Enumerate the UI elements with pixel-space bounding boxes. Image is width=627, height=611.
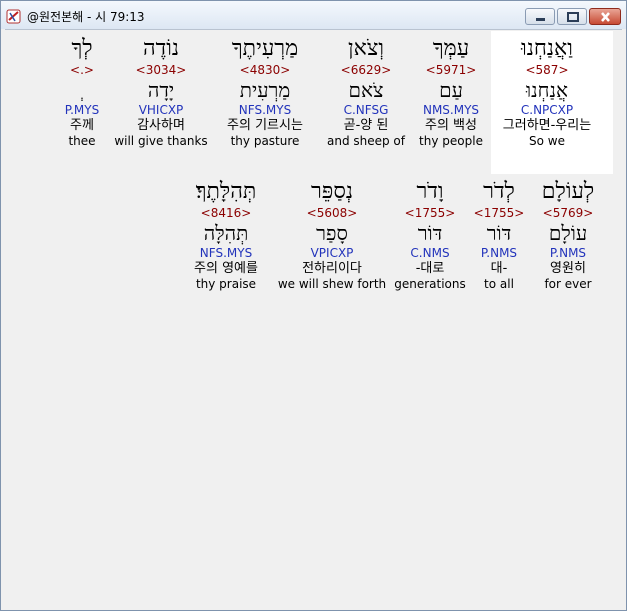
- maximize-button[interactable]: [557, 8, 587, 25]
- word-column[interactable]: לְדֹר <1755> דּוֹר P.NMS 대- to all: [473, 178, 525, 291]
- morphology-code: C.NPCXP: [520, 103, 574, 117]
- morphology-code: VPICXP: [310, 246, 354, 260]
- english-gloss: will give thanks: [114, 134, 208, 148]
- title-bar[interactable]: @원전본해 - 시 79:13: [1, 1, 626, 29]
- hebrew-word: לְךָ: [71, 36, 93, 61]
- window-title: @원전본해 - 시 79:13: [27, 10, 145, 24]
- word-column[interactable]: וְצֹאן <6629> צֹאם C.NFSG 곧-양 된 and shee…: [321, 35, 411, 148]
- word-column[interactable]: וָדֹר <1755> דּוֹר C.NMS -대로 generations: [387, 178, 473, 291]
- strong-number[interactable]: <3034>: [113, 63, 209, 77]
- strong-number[interactable]: <8416>: [175, 206, 277, 220]
- hebrew-word: וָדֹר: [416, 179, 444, 204]
- hebrew-word: וְצֹאן: [348, 36, 384, 61]
- morphology-code: NFS.MYS: [199, 246, 253, 260]
- morphology-code: NFS.MYS: [238, 103, 292, 117]
- strong-number[interactable]: <5608>: [277, 206, 387, 220]
- english-gloss: thee: [68, 134, 96, 148]
- strong-number[interactable]: <1755>: [473, 206, 525, 220]
- english-gloss: So we: [529, 134, 565, 148]
- lemma-word: אֲנַחְנוּ: [526, 78, 568, 102]
- morphology-code: VHICXP: [138, 103, 184, 117]
- word-column[interactable]: לְעוֹלָם <5769> עוֹלָם P.NMS 영원히 for eve…: [525, 178, 611, 291]
- hebrew-word: תְּהִלָּתֶךָ׃: [195, 179, 257, 204]
- strong-number[interactable]: <6629>: [321, 63, 411, 77]
- word-column[interactable]: עַמְּךָ <5971> עַם NMS.MYS 주의 백성 thy peo…: [411, 35, 491, 148]
- strong-number[interactable]: <5971>: [411, 63, 491, 77]
- korean-gloss: 주의 기르시는: [227, 118, 303, 133]
- korean-gloss: -대로: [415, 261, 445, 276]
- lemma-word: תְּהִלָּה: [203, 221, 249, 245]
- english-gloss: to all: [484, 277, 514, 291]
- english-gloss: generations: [394, 277, 466, 291]
- lemma-word: דּוֹר: [417, 221, 443, 245]
- lemma-word: מַרְעִית: [239, 78, 291, 102]
- lemma-word: צֹאם: [348, 78, 384, 102]
- korean-gloss: 주의 백성: [425, 118, 477, 133]
- korean-gloss: 곧-양 된: [343, 118, 389, 133]
- lemma-word: עַם: [439, 78, 463, 102]
- korean-gloss: 영원히: [550, 261, 586, 276]
- hebrew-word: לְעוֹלָם: [541, 179, 595, 204]
- korean-gloss: 주께: [70, 118, 94, 133]
- close-icon: [601, 12, 610, 22]
- hebrew-word: לְדֹר: [483, 179, 515, 204]
- strong-number[interactable]: <4830>: [209, 63, 321, 77]
- morphology-code: P.MYS: [64, 103, 100, 117]
- korean-gloss: 감사하며: [137, 118, 185, 133]
- english-gloss: for ever: [544, 277, 592, 291]
- korean-gloss: 주의 영예를: [194, 261, 258, 276]
- korean-gloss: 그러하면-우리는: [502, 118, 592, 133]
- lemma-word: סָפַר: [316, 221, 348, 245]
- lemma-word: עוֹלָם: [548, 221, 588, 245]
- interlinear-view: לְךָ <.> ְ P.MYS 주께 thee נוֹדֶה <3034> י…: [5, 29, 622, 607]
- word-column[interactable]: נוֹדֶה <3034> יָדָה VHICXP 감사하며 will giv…: [113, 35, 209, 148]
- english-gloss: thy praise: [195, 277, 257, 291]
- hebrew-word: וַאֲנַחְנוּ: [521, 36, 573, 61]
- strong-number[interactable]: <587>: [491, 63, 603, 77]
- hebrew-word: נוֹדֶה: [142, 36, 180, 61]
- morphology-code: P.NMS: [480, 246, 518, 260]
- morphology-code: NMS.MYS: [422, 103, 480, 117]
- hebrew-word: מַרְעִיתֶךָ: [231, 36, 299, 61]
- minimize-icon: [536, 18, 545, 21]
- hebrew-word: נְסַפֵּר: [310, 179, 353, 204]
- lemma-word: דּוֹר: [486, 221, 512, 245]
- word-column[interactable]: לְךָ <.> ְ P.MYS 주께 thee: [51, 35, 113, 148]
- word-column-selected[interactable]: וַאֲנַחְנוּ <587> אֲנַחְנוּ C.NPCXP 그러하면…: [491, 35, 603, 148]
- lemma-word: ְ: [51, 77, 113, 103]
- close-button[interactable]: [589, 8, 621, 25]
- morphology-code: C.NMS: [410, 246, 450, 260]
- english-gloss: thy people: [419, 134, 483, 148]
- strong-number[interactable]: <.>: [51, 63, 113, 77]
- korean-gloss: 대-: [490, 261, 508, 276]
- strong-number[interactable]: <5769>: [525, 206, 611, 220]
- word-column[interactable]: נְסַפֵּר <5608> סָפַר VPICXP 전하리이다 we wi…: [277, 178, 387, 291]
- korean-gloss: 전하리이다: [302, 261, 362, 276]
- strong-number[interactable]: <1755>: [387, 206, 473, 220]
- english-gloss: we will shew forth: [277, 277, 387, 291]
- lemma-word: יָדָה: [147, 78, 175, 102]
- morphology-code: P.NMS: [549, 246, 587, 260]
- maximize-icon: [567, 12, 579, 22]
- app-bible-icon[interactable]: [6, 8, 22, 24]
- morphology-code: C.NFSG: [343, 103, 389, 117]
- english-gloss: thy pasture: [230, 134, 300, 148]
- english-gloss: and sheep of: [326, 134, 405, 148]
- word-column[interactable]: תְּהִלָּתֶךָ׃ <8416> תְּהִלָּה NFS.MYS 주…: [175, 178, 277, 291]
- hebrew-word: עַמְּךָ: [432, 36, 470, 61]
- word-column[interactable]: מַרְעִיתֶךָ <4830> מַרְעִית NFS.MYS 주의 기…: [209, 35, 321, 148]
- minimize-button[interactable]: [525, 8, 555, 25]
- app-window: @원전본해 - 시 79:13 לְךָ <.> ְ P.MYS 주께 thee…: [0, 0, 627, 611]
